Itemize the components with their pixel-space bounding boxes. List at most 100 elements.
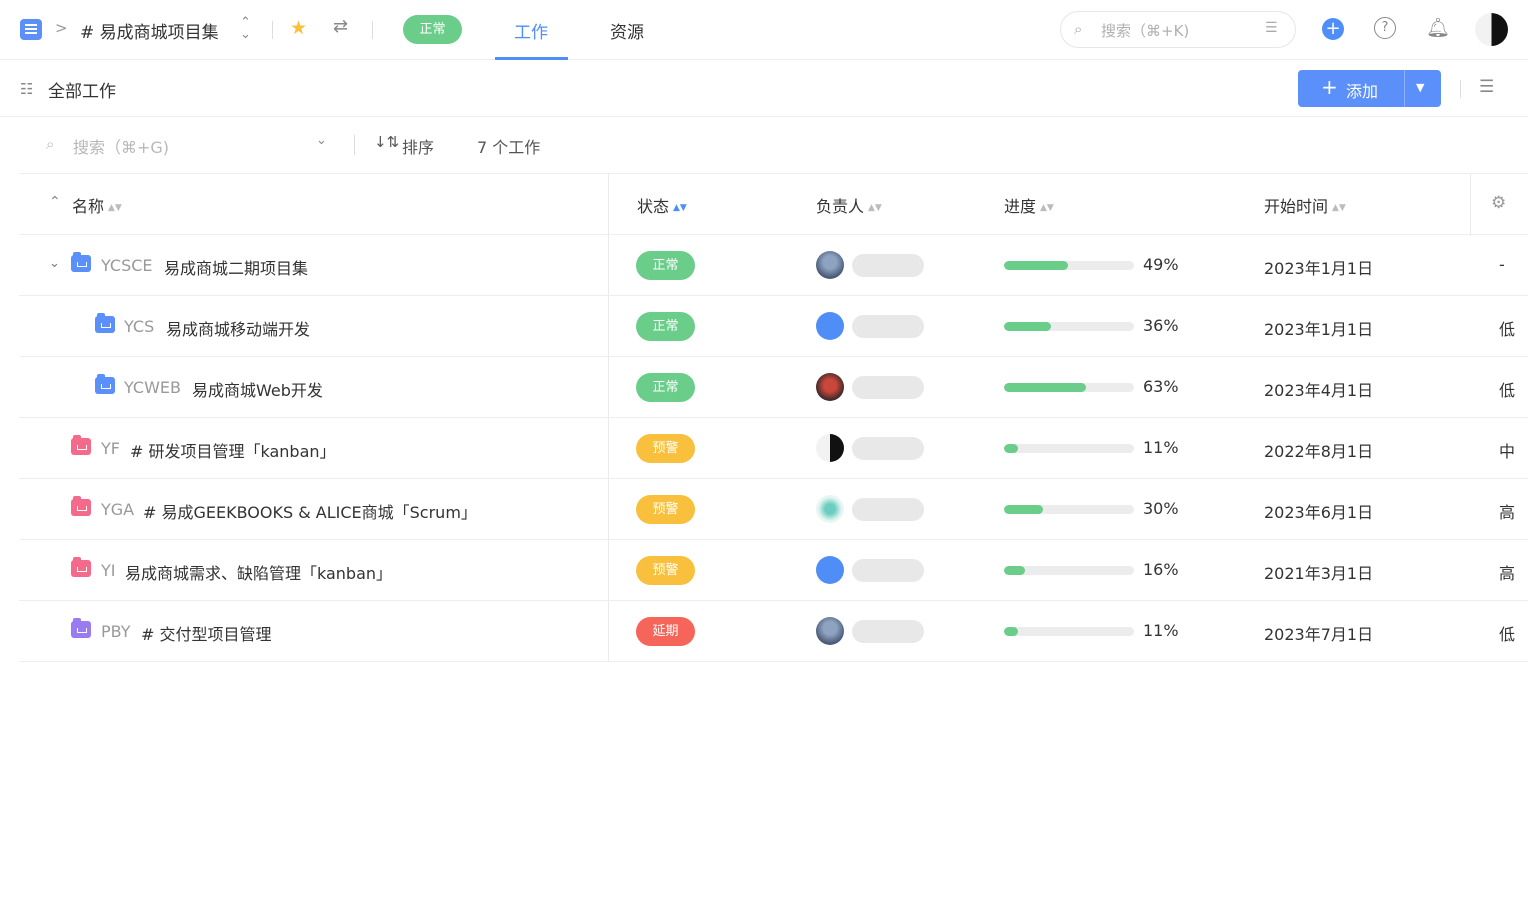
avatar[interactable] — [816, 556, 844, 584]
table-row[interactable]: YF # 研发项目管理「kanban」 预警 11% 2022年8月1日 中 — [19, 418, 1528, 479]
project-state-badge[interactable]: 正常 — [403, 15, 462, 44]
sort-icon[interactable]: ↓⇅ — [374, 133, 399, 151]
global-search[interactable]: ⌕ 搜索（⌘+K) ☰ — [1060, 11, 1296, 48]
owner-name — [852, 437, 924, 460]
user-avatar[interactable] — [1475, 13, 1508, 46]
column-divider — [608, 418, 609, 478]
progress-fill — [1004, 566, 1025, 575]
progress-percent: 30% — [1143, 499, 1179, 518]
work-name[interactable]: # 交付型项目管理 — [141, 621, 272, 645]
divider — [372, 21, 373, 39]
work-name[interactable]: 易成商城二期项目集 — [164, 255, 308, 279]
work-count: 7 个工作 — [477, 138, 541, 157]
kanban-folder-icon — [71, 557, 91, 577]
sort-arrows-icon: ▲▼ — [1332, 203, 1346, 213]
add-button[interactable]: + 添加 ▼ — [1298, 70, 1441, 107]
column-state[interactable]: 状态 ▲▼ — [637, 193, 687, 217]
app-icon[interactable] — [20, 19, 42, 40]
chevron-down-icon[interactable]: ⌄ — [49, 256, 60, 271]
progress-bar — [1004, 505, 1134, 514]
tab-work[interactable]: 工作 — [514, 18, 548, 43]
table-search-input[interactable]: 搜索（⌘+G) — [73, 134, 169, 158]
filter-icon[interactable]: ☰ — [1265, 20, 1278, 36]
status-badge[interactable]: 预警 — [636, 434, 695, 463]
help-icon[interactable]: ? — [1374, 17, 1396, 39]
work-name[interactable]: 易成商城移动端开发 — [166, 316, 310, 340]
avatar[interactable] — [816, 617, 844, 645]
column-owner[interactable]: 负责人 ▲▼ — [816, 193, 882, 217]
work-code: YI — [101, 561, 116, 580]
plus-icon: + — [1321, 75, 1338, 99]
table-toolbar: ⌕ 搜索（⌘+G) ⌄ ↓⇅ 排序 7 个工作 — [0, 117, 1528, 173]
collapse-all-icon[interactable]: ⌃ — [49, 194, 61, 210]
status-badge[interactable]: 预警 — [636, 556, 695, 585]
work-name[interactable]: # 易成GEEKBOOKS & ALICE商城「Scrum」 — [143, 499, 477, 523]
column-divider — [608, 357, 609, 417]
column-progress[interactable]: 进度 ▲▼ — [1004, 193, 1054, 217]
settings-sliders-icon[interactable]: ⇄ — [333, 16, 348, 37]
avatar[interactable] — [816, 251, 844, 279]
column-divider — [1470, 174, 1471, 236]
priority: 低 — [1499, 625, 1516, 644]
column-settings-icon[interactable]: ⚙ — [1491, 193, 1506, 213]
owner-name — [852, 559, 924, 582]
progress-fill — [1004, 505, 1043, 514]
star-icon[interactable]: ★ — [290, 17, 307, 39]
table-row[interactable]: YGA # 易成GEEKBOOKS & ALICE商城「Scrum」 预警 30… — [19, 479, 1528, 540]
divider — [272, 21, 273, 39]
owner-name — [852, 498, 924, 521]
table-row[interactable]: YI 易成商城需求、缺陷管理「kanban」 预警 16% 2021年3月1日 … — [19, 540, 1528, 601]
start-date: 2021年3月1日 — [1264, 564, 1374, 583]
view-title[interactable]: 全部工作 — [48, 77, 116, 102]
table-row[interactable]: YCS 易成商城移动端开发 正常 36% 2023年1月1日 低 — [19, 296, 1528, 357]
table-row[interactable]: ⌄ YCSCE 易成商城二期项目集 正常 49% 2023年1月1日 - — [19, 235, 1528, 296]
bell-icon[interactable]: 🔔︎ — [1426, 16, 1450, 39]
status-badge[interactable]: 正常 — [636, 312, 695, 341]
chevron-down-icon[interactable]: ⌄ — [316, 133, 327, 148]
status-badge[interactable]: 延期 — [636, 617, 695, 646]
progress-percent: 16% — [1143, 560, 1179, 579]
priority: 中 — [1499, 442, 1516, 461]
progress-fill — [1004, 444, 1019, 453]
sort-arrows-icon: ▲▼ — [108, 203, 122, 213]
switch-project-icon[interactable]: ⌃ ⌄ — [240, 16, 251, 41]
add-icon[interactable]: + — [1322, 18, 1344, 40]
progress-fill — [1004, 383, 1086, 392]
top-bar: > # 易成商城项目集 ⌃ ⌄ ★ ⇄ 正常 工作 资源 ⌕ 搜索（⌘+K) ☰ … — [0, 0, 1528, 60]
priority: 低 — [1499, 381, 1516, 400]
progress-bar — [1004, 444, 1134, 453]
work-name[interactable]: # 研发项目管理「kanban」 — [130, 438, 336, 462]
program-folder-icon — [71, 252, 91, 272]
work-code: YF — [101, 439, 120, 458]
work-name[interactable]: 易成商城需求、缺陷管理「kanban」 — [125, 560, 392, 584]
view-list-icon[interactable]: ☷ — [20, 80, 33, 98]
owner-name — [852, 254, 924, 277]
search-placeholder: 搜索（⌘+K) — [1101, 22, 1190, 40]
sort-button[interactable]: 排序 — [402, 134, 434, 158]
column-divider[interactable] — [608, 174, 609, 234]
project-folder-icon — [95, 374, 115, 394]
column-divider — [608, 540, 609, 600]
priority: 高 — [1499, 503, 1516, 522]
divider — [1460, 80, 1461, 98]
add-button-label: 添加 — [1346, 82, 1379, 101]
caret-down-icon[interactable]: ▼ — [1416, 81, 1424, 94]
status-badge[interactable]: 正常 — [636, 251, 695, 280]
table-row[interactable]: PBY # 交付型项目管理 延期 11% 2023年7月1日 低 — [19, 601, 1528, 662]
progress-fill — [1004, 322, 1051, 331]
column-start-time[interactable]: 开始时间 ▲▼ — [1264, 193, 1346, 217]
work-code: YCSCE — [101, 256, 153, 275]
list-view-icon[interactable]: ☰ — [1479, 77, 1494, 97]
avatar[interactable] — [816, 312, 844, 340]
avatar[interactable] — [816, 373, 844, 401]
work-name[interactable]: 易成商城Web开发 — [192, 377, 323, 401]
status-badge[interactable]: 预警 — [636, 495, 695, 524]
project-title[interactable]: # 易成商城项目集 — [80, 18, 219, 43]
tab-resources[interactable]: 资源 — [610, 18, 644, 43]
avatar[interactable] — [816, 434, 844, 462]
start-date: 2023年7月1日 — [1264, 625, 1374, 644]
status-badge[interactable]: 正常 — [636, 373, 695, 402]
avatar[interactable] — [816, 495, 844, 523]
table-row[interactable]: YCWEB 易成商城Web开发 正常 63% 2023年4月1日 低 — [19, 357, 1528, 418]
column-name[interactable]: 名称 ▲▼ — [72, 193, 122, 217]
